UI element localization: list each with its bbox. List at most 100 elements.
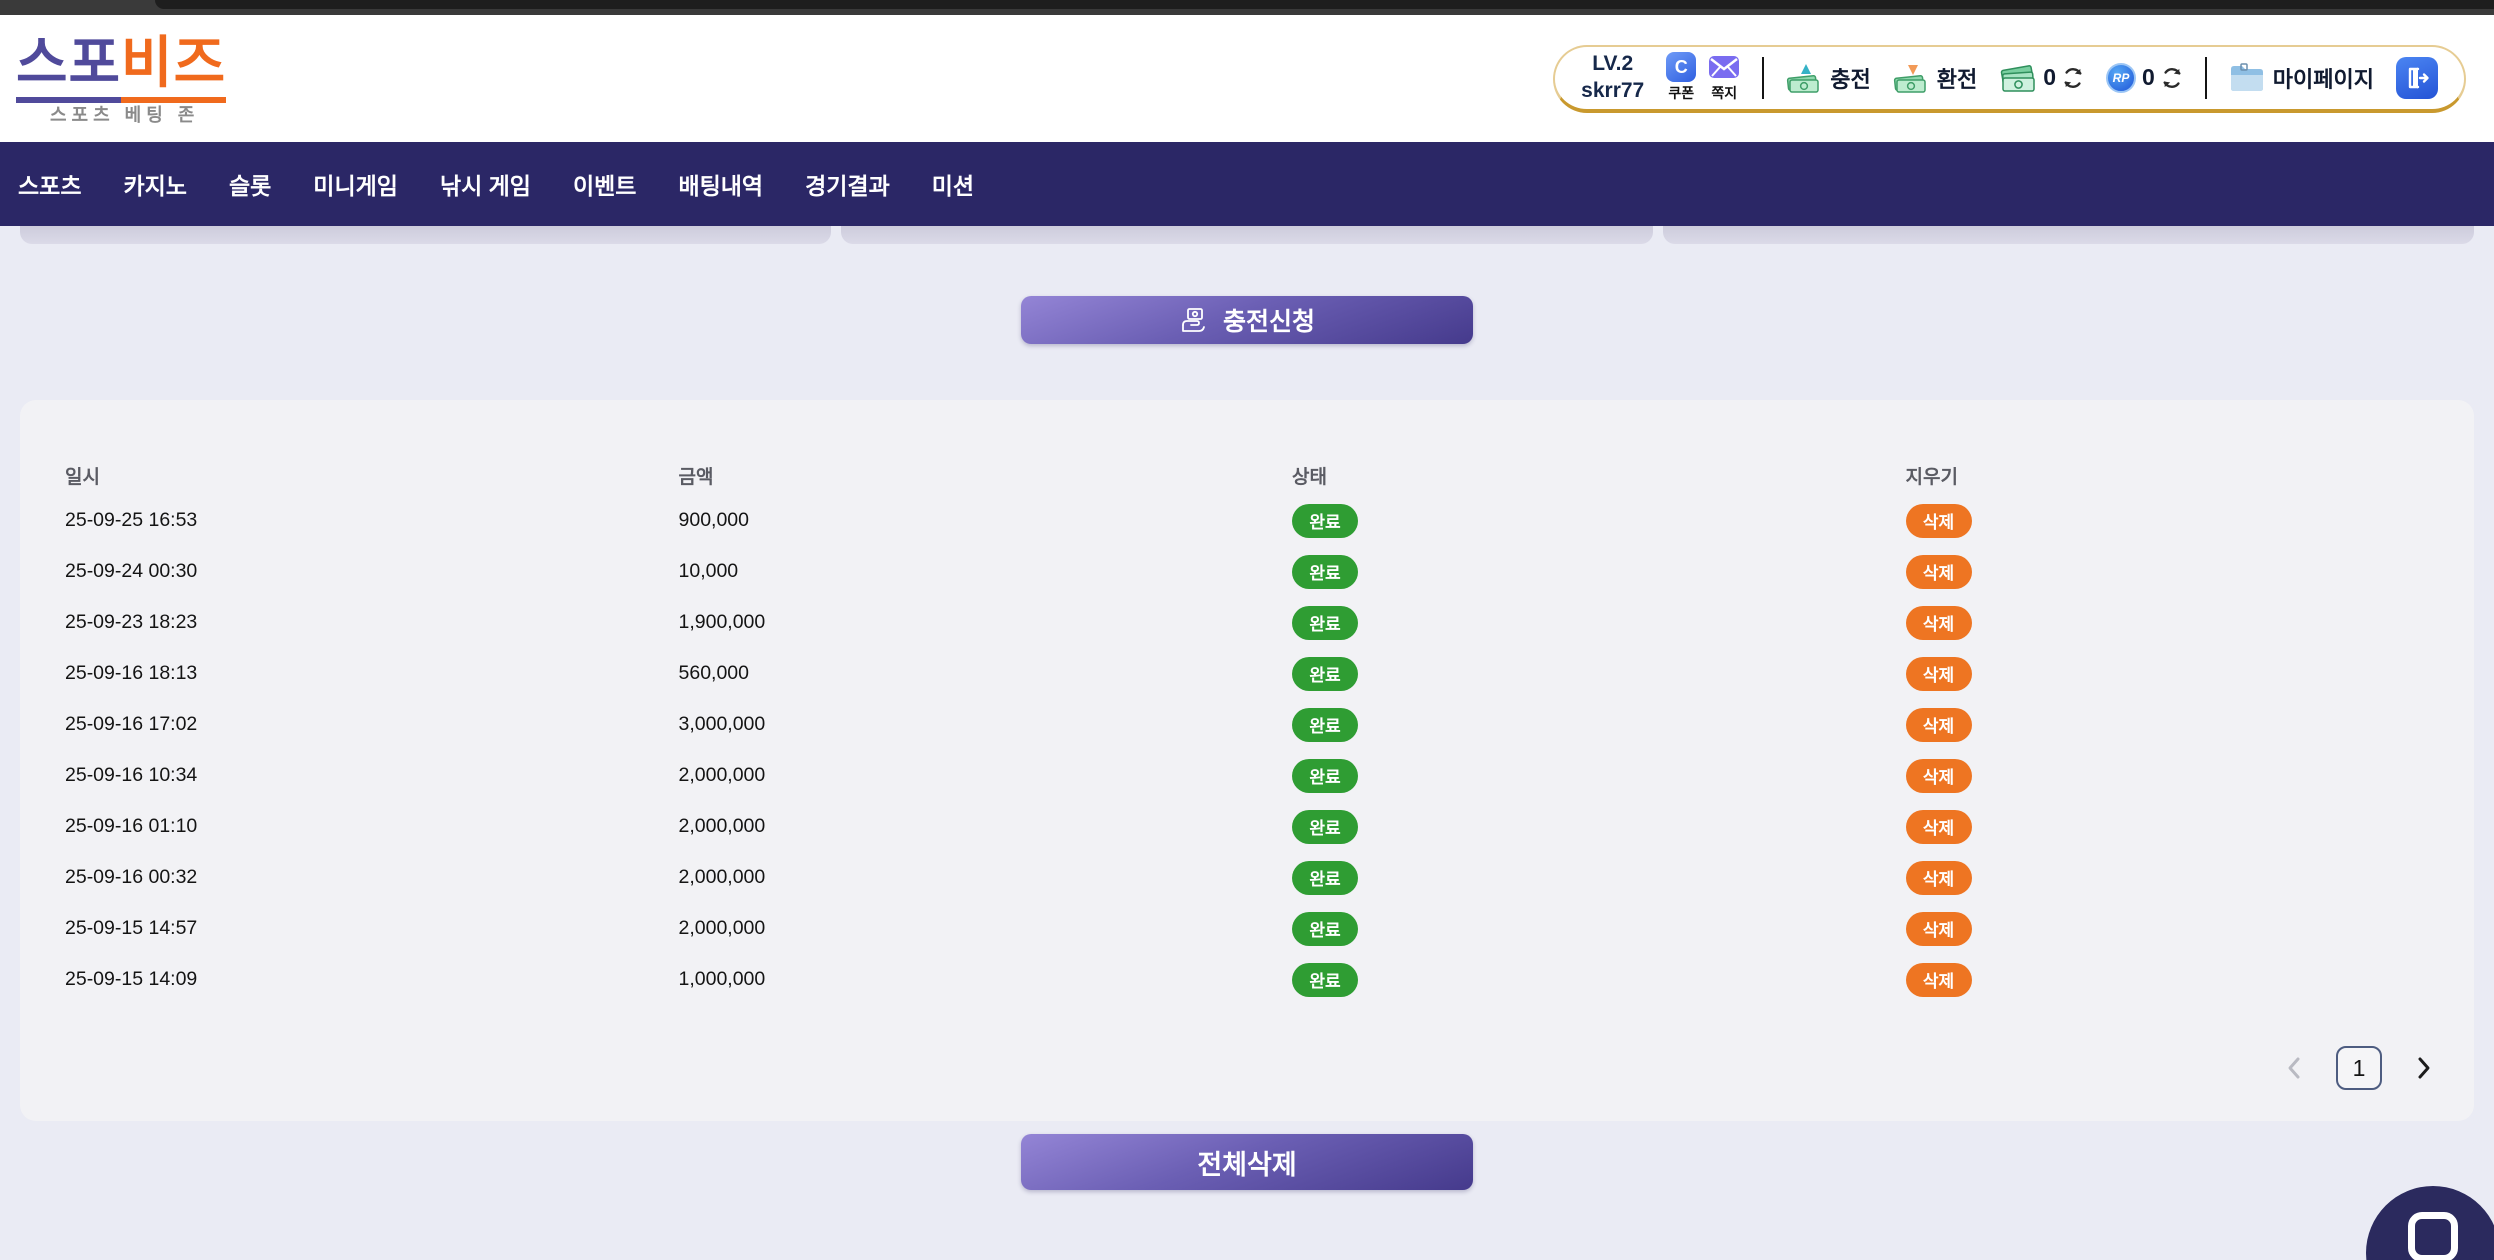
delete-row-button[interactable]: 삭제 <box>1906 810 1972 844</box>
cropped-card <box>841 226 1652 244</box>
delete-row-button[interactable]: 삭제 <box>1906 912 1972 946</box>
logout-button[interactable] <box>2396 57 2438 99</box>
status-badge: 완료 <box>1292 963 1358 997</box>
status-badge: 완료 <box>1292 657 1358 691</box>
withdraw-money-down-icon <box>1893 63 1929 93</box>
delete-row-button[interactable]: 삭제 <box>1906 759 1972 793</box>
cell-datetime: 25-09-16 01:10 <box>20 815 634 838</box>
nav-item[interactable]: 슬롯 <box>229 167 271 201</box>
table-row: 25-09-25 16:53 900,000 완료 삭제 <box>20 495 2474 546</box>
withdraw-button[interactable]: 환전 <box>1893 62 1977 94</box>
nav-item[interactable]: 이벤트 <box>573 167 636 201</box>
table-row: 25-09-15 14:57 2,000,000 완료 삭제 <box>20 903 2474 954</box>
cell-delete: 삭제 <box>1861 504 2475 538</box>
delete-row-button[interactable]: 삭제 <box>1906 963 1972 997</box>
main-content: 충전신청 일시 금액 상태 지우기 25-09-25 16:53 900,000… <box>0 226 2494 1260</box>
delete-row-button[interactable]: 삭제 <box>1906 861 1972 895</box>
history-table-card: 일시 금액 상태 지우기 25-09-25 16:53 900,000 완료 삭… <box>20 400 2474 1121</box>
delete-row-button[interactable]: 삭제 <box>1906 606 1972 640</box>
cell-status: 완료 <box>1247 606 1861 640</box>
cell-amount: 2,000,000 <box>634 815 1248 838</box>
logout-door-icon <box>2404 65 2430 91</box>
delete-row-button[interactable]: 삭제 <box>1906 504 1972 538</box>
coupon-icon: C <box>1666 52 1696 82</box>
nav-item[interactable]: 낚시 게임 <box>440 167 531 201</box>
user-level: LV.2 <box>1581 51 1644 77</box>
mypage-button[interactable]: 마이페이지 <box>2229 62 2374 94</box>
cell-delete: 삭제 <box>1861 861 2475 895</box>
status-badge: 완료 <box>1292 555 1358 589</box>
table-row: 25-09-16 10:34 2,000,000 완료 삭제 <box>20 750 2474 801</box>
delete-row-button[interactable]: 삭제 <box>1906 708 1972 742</box>
coupon-button[interactable]: C 쿠폰 <box>1666 52 1696 103</box>
delete-all-button[interactable]: 전체삭제 <box>1021 1134 1473 1190</box>
col-header-status: 상태 <box>1247 462 1861 489</box>
col-header-datetime: 일시 <box>20 462 634 489</box>
withdraw-label: 환전 <box>1937 62 1977 94</box>
divider <box>1762 57 1764 99</box>
status-badge: 완료 <box>1292 759 1358 793</box>
hand-money-icon <box>1179 305 1209 335</box>
point-balance: 0 <box>2142 64 2155 91</box>
delete-row-button[interactable]: 삭제 <box>1906 657 1972 691</box>
chevron-right-icon[interactable] <box>2412 1055 2436 1081</box>
nav-item[interactable]: 미니게임 <box>313 167 398 201</box>
user-info-bar: LV.2 skrr77 C 쿠폰 쪽지 <box>1553 45 2466 113</box>
message-button[interactable]: 쪽지 <box>1708 52 1740 103</box>
table-row: 25-09-16 01:10 2,000,000 완료 삭제 <box>20 801 2474 852</box>
nav-item[interactable]: 카지노 <box>123 167 186 201</box>
cell-status: 완료 <box>1247 912 1861 946</box>
status-badge: 완료 <box>1292 810 1358 844</box>
cell-datetime: 25-09-15 14:09 <box>20 968 634 991</box>
cell-datetime: 25-09-16 18:13 <box>20 662 634 685</box>
table-row: 25-09-24 00:30 10,000 완료 삭제 <box>20 546 2474 597</box>
status-badge: 완료 <box>1292 912 1358 946</box>
col-header-delete: 지우기 <box>1861 462 2475 489</box>
cropped-cards-strip <box>20 226 2474 244</box>
cell-status: 완료 <box>1247 555 1861 589</box>
cell-delete: 삭제 <box>1861 810 2475 844</box>
nav-item[interactable]: 배팅내역 <box>678 167 763 201</box>
cell-status: 완료 <box>1247 708 1861 742</box>
cell-amount: 3,000,000 <box>634 713 1248 736</box>
table-row: 25-09-16 00:32 2,000,000 완료 삭제 <box>20 852 2474 903</box>
deposit-money-up-icon <box>1786 63 1822 93</box>
nav-item[interactable]: 스포츠 <box>18 167 81 201</box>
status-badge: 완료 <box>1292 861 1358 895</box>
cell-status: 완료 <box>1247 657 1861 691</box>
cell-datetime: 25-09-16 10:34 <box>20 764 634 787</box>
col-header-amount: 금액 <box>634 462 1248 489</box>
cell-amount: 900,000 <box>634 509 1248 532</box>
user-name: skrr77 <box>1581 78 1644 104</box>
deposit-button[interactable]: 충전 <box>1786 62 1870 94</box>
chevron-left-icon[interactable] <box>2282 1055 2306 1081</box>
point-refresh-icon[interactable] <box>2161 67 2183 89</box>
table-header-row: 일시 금액 상태 지우기 <box>20 455 2474 495</box>
main-nav: 스포츠 카지노 슬롯 미니게임 낚시 게임 이벤트 배팅내역 경기결과 미션 <box>0 142 2494 226</box>
site-logo[interactable]: 스포비즈 스포츠 베팅 존 <box>16 35 226 127</box>
page-number-button[interactable]: 1 <box>2336 1046 2382 1090</box>
divider <box>2205 57 2207 99</box>
folder-icon <box>2229 63 2265 93</box>
mypage-label: 마이페이지 <box>2273 62 2374 94</box>
cash-refresh-icon[interactable] <box>2062 67 2084 89</box>
point-balance-group: RP 0 <box>2106 63 2183 93</box>
header: 스포비즈 스포츠 베팅 존 LV.2 skrr77 C 쿠폰 <box>0 15 2494 142</box>
delete-row-button[interactable]: 삭제 <box>1906 555 1972 589</box>
deposit-request-button[interactable]: 충전신청 <box>1021 296 1473 344</box>
table-row: 25-09-16 17:02 3,000,000 완료 삭제 <box>20 699 2474 750</box>
status-badge: 완료 <box>1292 708 1358 742</box>
chat-widget-button[interactable] <box>2366 1186 2494 1260</box>
cell-amount: 1,900,000 <box>634 611 1248 634</box>
cell-delete: 삭제 <box>1861 759 2475 793</box>
cell-datetime: 25-09-24 00:30 <box>20 560 634 583</box>
table-row: 25-09-16 18:13 560,000 완료 삭제 <box>20 648 2474 699</box>
deposit-label: 충전 <box>1830 62 1870 94</box>
cell-amount: 2,000,000 <box>634 764 1248 787</box>
nav-item[interactable]: 경기결과 <box>805 167 890 201</box>
cropped-card <box>20 226 831 244</box>
logo-part-purple: 스포 <box>16 31 121 103</box>
cell-delete: 삭제 <box>1861 708 2475 742</box>
cell-delete: 삭제 <box>1861 912 2475 946</box>
nav-item[interactable]: 미션 <box>932 167 974 201</box>
